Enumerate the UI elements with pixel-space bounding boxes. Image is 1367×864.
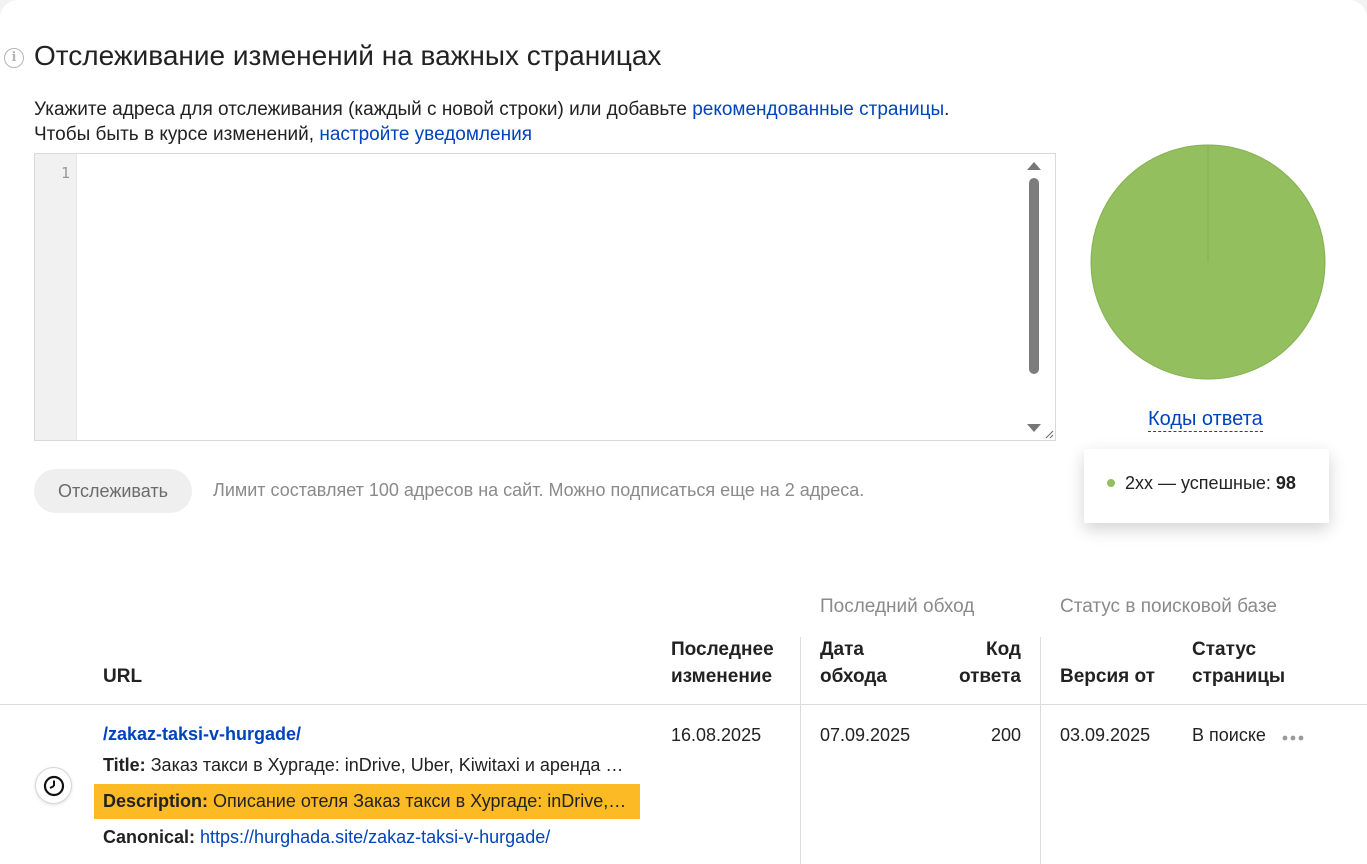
column-header-line: ответа <box>958 666 1021 687</box>
hint-line-1: Укажите адреса для отслеживания (каждый … <box>34 99 949 121</box>
line-number-gutter: 1 <box>35 154 77 440</box>
column-header-line: Код <box>985 639 1021 660</box>
row-title-value: Заказ такси в Хургаде: inDrive, Uber, Ki… <box>150 755 633 775</box>
column-header-line: обхода <box>820 666 887 687</box>
url-editor[interactable]: 1 <box>34 153 1056 441</box>
column-header-response-code[interactable]: Код ответа <box>940 636 1021 690</box>
info-icon[interactable]: i <box>4 48 24 68</box>
response-codes-link[interactable]: Коды ответа <box>1148 408 1263 432</box>
column-header-version[interactable]: Версия от <box>1060 663 1155 690</box>
column-header-url[interactable]: URL <box>103 663 142 690</box>
row-description-value: Описание отеля Заказ такси в Хургаде: in… <box>213 791 627 811</box>
column-divider <box>800 637 801 864</box>
row-canonical-link[interactable]: https://hurghada.site/zakaz-taksi-v-hurg… <box>200 827 550 847</box>
tooltip-label-text: 2xx — успешные: <box>1125 473 1276 493</box>
column-header-page-status[interactable]: Статус страницы <box>1192 636 1285 690</box>
row-version-date: 03.09.2025 <box>1060 725 1151 745</box>
hint-text: Укажите адреса для отслеживания (каждый … <box>34 99 693 120</box>
line-number: 1 <box>60 164 70 182</box>
scrollbar-thumb[interactable] <box>1029 178 1039 374</box>
recommended-pages-link[interactable]: рекомендованные страницы <box>692 99 944 120</box>
column-header-line: Последнее <box>671 639 774 660</box>
hint-text: Чтобы быть в курсе изменений, <box>34 124 320 145</box>
row-title: Title: Заказ такси в Хургаде: inDrive, U… <box>103 755 633 776</box>
response-codes-pie-chart[interactable] <box>1088 142 1328 382</box>
row-canonical-label: Canonical: <box>103 827 196 847</box>
column-divider <box>1040 637 1041 864</box>
hint-line-2: Чтобы быть в курсе изменений, настройте … <box>34 124 532 146</box>
column-header-line: изменение <box>671 666 773 687</box>
hint-period: . <box>944 99 950 120</box>
row-description-label: Description: <box>103 791 209 811</box>
group-search-status: Статус в поисковой базе <box>1060 596 1277 617</box>
limit-text: Лимит составляет 100 адресов на сайт. Мо… <box>213 480 865 500</box>
row-crawl-date: 07.09.2025 <box>820 725 911 745</box>
scroll-down-arrow-icon[interactable] <box>1027 424 1041 432</box>
track-button[interactable]: Отслеживать <box>34 469 192 513</box>
tracking-panel: i Отслеживание изменений на важных стран… <box>0 0 1367 864</box>
page-title: Отслеживание изменений на важных страниц… <box>34 40 662 71</box>
row-page-status: В поиске <box>1192 725 1266 745</box>
legend-dot-icon <box>1107 479 1115 487</box>
row-last-change: 16.08.2025 <box>671 725 762 745</box>
column-header-line: Дата <box>820 639 864 660</box>
chart-tooltip: 2xx — успешные: 98 <box>1084 449 1329 523</box>
column-header-line: Статус <box>1192 639 1257 660</box>
group-last-crawl: Последний обход <box>820 596 975 617</box>
column-header-last-change[interactable]: Последнее изменение <box>671 636 774 690</box>
row-description: Description: Описание отеля Заказ такси … <box>103 791 627 812</box>
resize-grip-icon[interactable] <box>1044 429 1054 439</box>
clock-icon[interactable] <box>35 767 72 804</box>
row-title-label: Title: <box>103 755 146 775</box>
column-header-line: страницы <box>1192 666 1286 687</box>
more-options-icon[interactable] <box>1280 730 1308 744</box>
row-canonical: Canonical: https://hurghada.site/zakaz-t… <box>103 827 633 848</box>
tooltip-label: 2xx — успешные: 98 <box>1125 473 1296 494</box>
scroll-up-arrow-icon[interactable] <box>1027 162 1041 170</box>
header-divider <box>0 704 1367 705</box>
row-url-link[interactable]: /zakaz-taksi-v-hurgade/ <box>103 724 301 745</box>
tooltip-value: 98 <box>1275 473 1296 493</box>
notifications-settings-link[interactable]: настройте уведомления <box>319 124 532 145</box>
row-response-code: 200 <box>990 725 1021 745</box>
column-header-crawl-date[interactable]: Дата обхода <box>820 636 887 690</box>
